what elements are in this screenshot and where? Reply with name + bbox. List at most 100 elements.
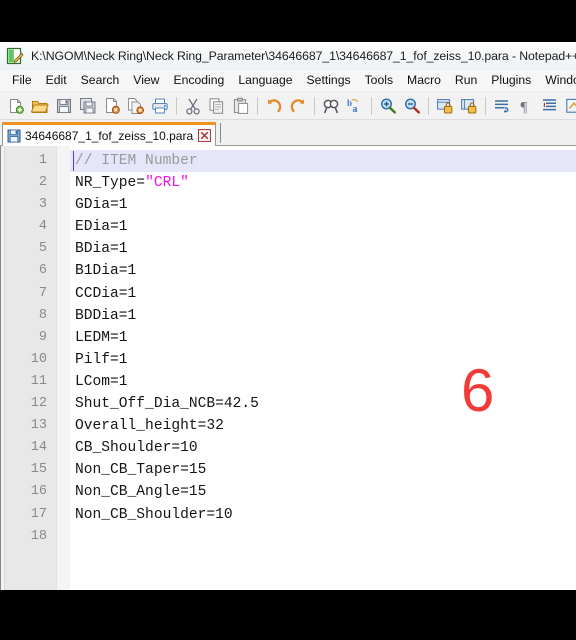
code-text: NR_Type= bbox=[75, 175, 146, 192]
paste-icon[interactable] bbox=[230, 95, 252, 117]
code-line[interactable]: Non_CB_Taper=15 bbox=[70, 459, 576, 481]
code-text: BDDia=1 bbox=[75, 307, 137, 324]
line-number: 4 bbox=[38, 219, 47, 235]
save-all-icon[interactable] bbox=[77, 95, 99, 117]
toolbar-separator bbox=[485, 96, 486, 115]
code-line[interactable]: BDDia=1 bbox=[70, 305, 576, 327]
menu-tools[interactable]: Tools bbox=[358, 72, 400, 89]
sync-horizontal-scroll-icon[interactable] bbox=[458, 95, 480, 117]
code-line[interactable]: Non_CB_Shoulder=10 bbox=[70, 504, 576, 526]
code-text: Non_CB_Taper=15 bbox=[75, 462, 207, 479]
code-text-area[interactable]: // ITEM Number NR_Type="CRL" GDia=1 EDia=1 B… bbox=[70, 146, 576, 590]
code-line[interactable]: LEDM=1 bbox=[70, 327, 576, 349]
toolbar: b a ¶ bbox=[0, 92, 576, 120]
code-text: Non_CB_Angle=15 bbox=[75, 484, 207, 501]
word-wrap-icon[interactable] bbox=[491, 95, 513, 117]
menu-language[interactable]: Language bbox=[231, 72, 299, 89]
menu-file[interactable]: File bbox=[5, 72, 39, 89]
line-number: 1 bbox=[38, 153, 47, 168]
code-text: CB_Shoulder=10 bbox=[75, 440, 198, 457]
code-text: Shut_Off_Dia_NCB=42.5 bbox=[75, 396, 259, 413]
tab-34646687-1-fof-zeiss-10-para[interactable]: 34646687_1_fof_zeiss_10.para bbox=[2, 122, 217, 146]
zoom-in-icon[interactable] bbox=[377, 95, 399, 117]
floppy-save-icon bbox=[7, 129, 21, 143]
screenshot-root: K:\NGOM\Neck Ring\Neck Ring_Parameter\34… bbox=[0, 0, 576, 640]
tab-bar-divider bbox=[220, 122, 223, 143]
line-number: 17 bbox=[30, 506, 47, 522]
menu-encoding[interactable]: Encoding bbox=[166, 72, 231, 89]
replace-icon[interactable]: b a bbox=[344, 95, 366, 117]
code-line[interactable]: BDia=1 bbox=[70, 238, 576, 260]
editor-left-edge bbox=[0, 146, 1, 590]
new-file-icon[interactable] bbox=[5, 95, 27, 117]
menu-run[interactable]: Run bbox=[448, 72, 484, 89]
close-all-files-icon[interactable] bbox=[125, 95, 147, 117]
sync-vertical-scroll-icon[interactable] bbox=[434, 95, 456, 117]
line-number: 2 bbox=[38, 175, 47, 191]
notepad-plus-plus-window: K:\NGOM\Neck Ring\Neck Ring_Parameter\34… bbox=[0, 42, 576, 590]
code-line[interactable]: GDia=1 bbox=[70, 194, 576, 216]
close-file-icon[interactable] bbox=[101, 95, 123, 117]
line-number: 10 bbox=[30, 351, 47, 367]
code-line[interactable]: Pilf=1 bbox=[70, 349, 576, 371]
code-line[interactable]: CCDia=1 bbox=[70, 283, 576, 305]
tab-label: 34646687_1_fof_zeiss_10.para bbox=[25, 128, 194, 143]
code-line[interactable]: LCom=1 bbox=[70, 371, 576, 393]
code-text: Pilf=1 bbox=[75, 351, 128, 368]
code-editor[interactable]: 1 2 3 4 5 6 7 8 9 10 11 12 13 14 15 16 1… bbox=[0, 146, 576, 590]
menu-search[interactable]: Search bbox=[74, 72, 127, 89]
code-text: BDia=1 bbox=[75, 241, 128, 258]
code-line[interactable]: NR_Type="CRL" bbox=[70, 172, 576, 194]
toolbar-separator bbox=[428, 96, 429, 115]
code-text: Overall_height=32 bbox=[75, 418, 224, 435]
svg-text:a: a bbox=[353, 104, 358, 115]
menu-settings[interactable]: Settings bbox=[300, 72, 358, 89]
menu-plugins[interactable]: Plugins bbox=[484, 72, 538, 89]
undo-icon[interactable] bbox=[263, 95, 285, 117]
code-line[interactable]: EDia=1 bbox=[70, 216, 576, 238]
open-file-icon[interactable] bbox=[29, 95, 51, 117]
title-bar: K:\NGOM\Neck Ring\Neck Ring_Parameter\34… bbox=[0, 42, 576, 70]
menu-view[interactable]: View bbox=[126, 72, 166, 89]
code-text: Non_CB_Shoulder=10 bbox=[75, 506, 233, 523]
window-title: K:\NGOM\Neck Ring\Neck Ring_Parameter\34… bbox=[31, 49, 576, 63]
line-number: 13 bbox=[30, 418, 47, 434]
code-string: "CRL" bbox=[145, 175, 189, 192]
menu-window[interactable]: Window bbox=[538, 72, 576, 89]
copy-icon[interactable] bbox=[206, 95, 228, 117]
code-line[interactable]: // ITEM Number bbox=[70, 150, 576, 173]
code-text: EDia=1 bbox=[75, 219, 128, 236]
code-line[interactable]: Shut_Off_Dia_NCB=42.5 bbox=[70, 393, 576, 415]
code-line[interactable]: CB_Shoulder=10 bbox=[70, 437, 576, 459]
user-defined-language-icon[interactable] bbox=[563, 95, 576, 117]
toolbar-separator bbox=[257, 96, 258, 115]
redo-icon[interactable] bbox=[287, 95, 309, 117]
code-line[interactable]: B1Dia=1 bbox=[70, 260, 576, 282]
code-line[interactable]: Non_CB_Angle=15 bbox=[70, 481, 576, 503]
line-number: 3 bbox=[38, 197, 47, 213]
line-number: 8 bbox=[38, 307, 47, 323]
find-icon[interactable] bbox=[320, 95, 342, 117]
code-text: LEDM=1 bbox=[75, 329, 128, 346]
print-icon[interactable] bbox=[149, 95, 171, 117]
code-folding-margin[interactable] bbox=[56, 146, 70, 590]
close-tab-icon[interactable] bbox=[198, 128, 212, 143]
line-number: 14 bbox=[30, 440, 47, 456]
indent-guide-icon[interactable] bbox=[539, 95, 561, 117]
toolbar-separator bbox=[314, 96, 315, 115]
menu-bar: File Edit Search View Encoding Language … bbox=[0, 70, 576, 92]
line-number-gutter: 1 2 3 4 5 6 7 8 9 10 11 12 13 14 15 16 1… bbox=[5, 146, 56, 590]
toolbar-separator bbox=[176, 96, 177, 115]
line-number: 12 bbox=[30, 396, 47, 412]
tab-bar: 34646687_1_fof_zeiss_10.para bbox=[0, 120, 576, 146]
menu-edit[interactable]: Edit bbox=[39, 72, 74, 89]
toolbar-separator bbox=[371, 96, 372, 115]
menu-macro[interactable]: Macro bbox=[400, 72, 448, 89]
code-line[interactable]: Overall_height=32 bbox=[70, 415, 576, 437]
cut-icon[interactable] bbox=[182, 95, 204, 117]
zoom-out-icon[interactable] bbox=[401, 95, 423, 117]
line-number: 9 bbox=[38, 329, 47, 345]
code-line[interactable] bbox=[70, 526, 576, 548]
save-icon[interactable] bbox=[53, 95, 75, 117]
show-all-characters-icon[interactable]: ¶ bbox=[515, 95, 537, 117]
